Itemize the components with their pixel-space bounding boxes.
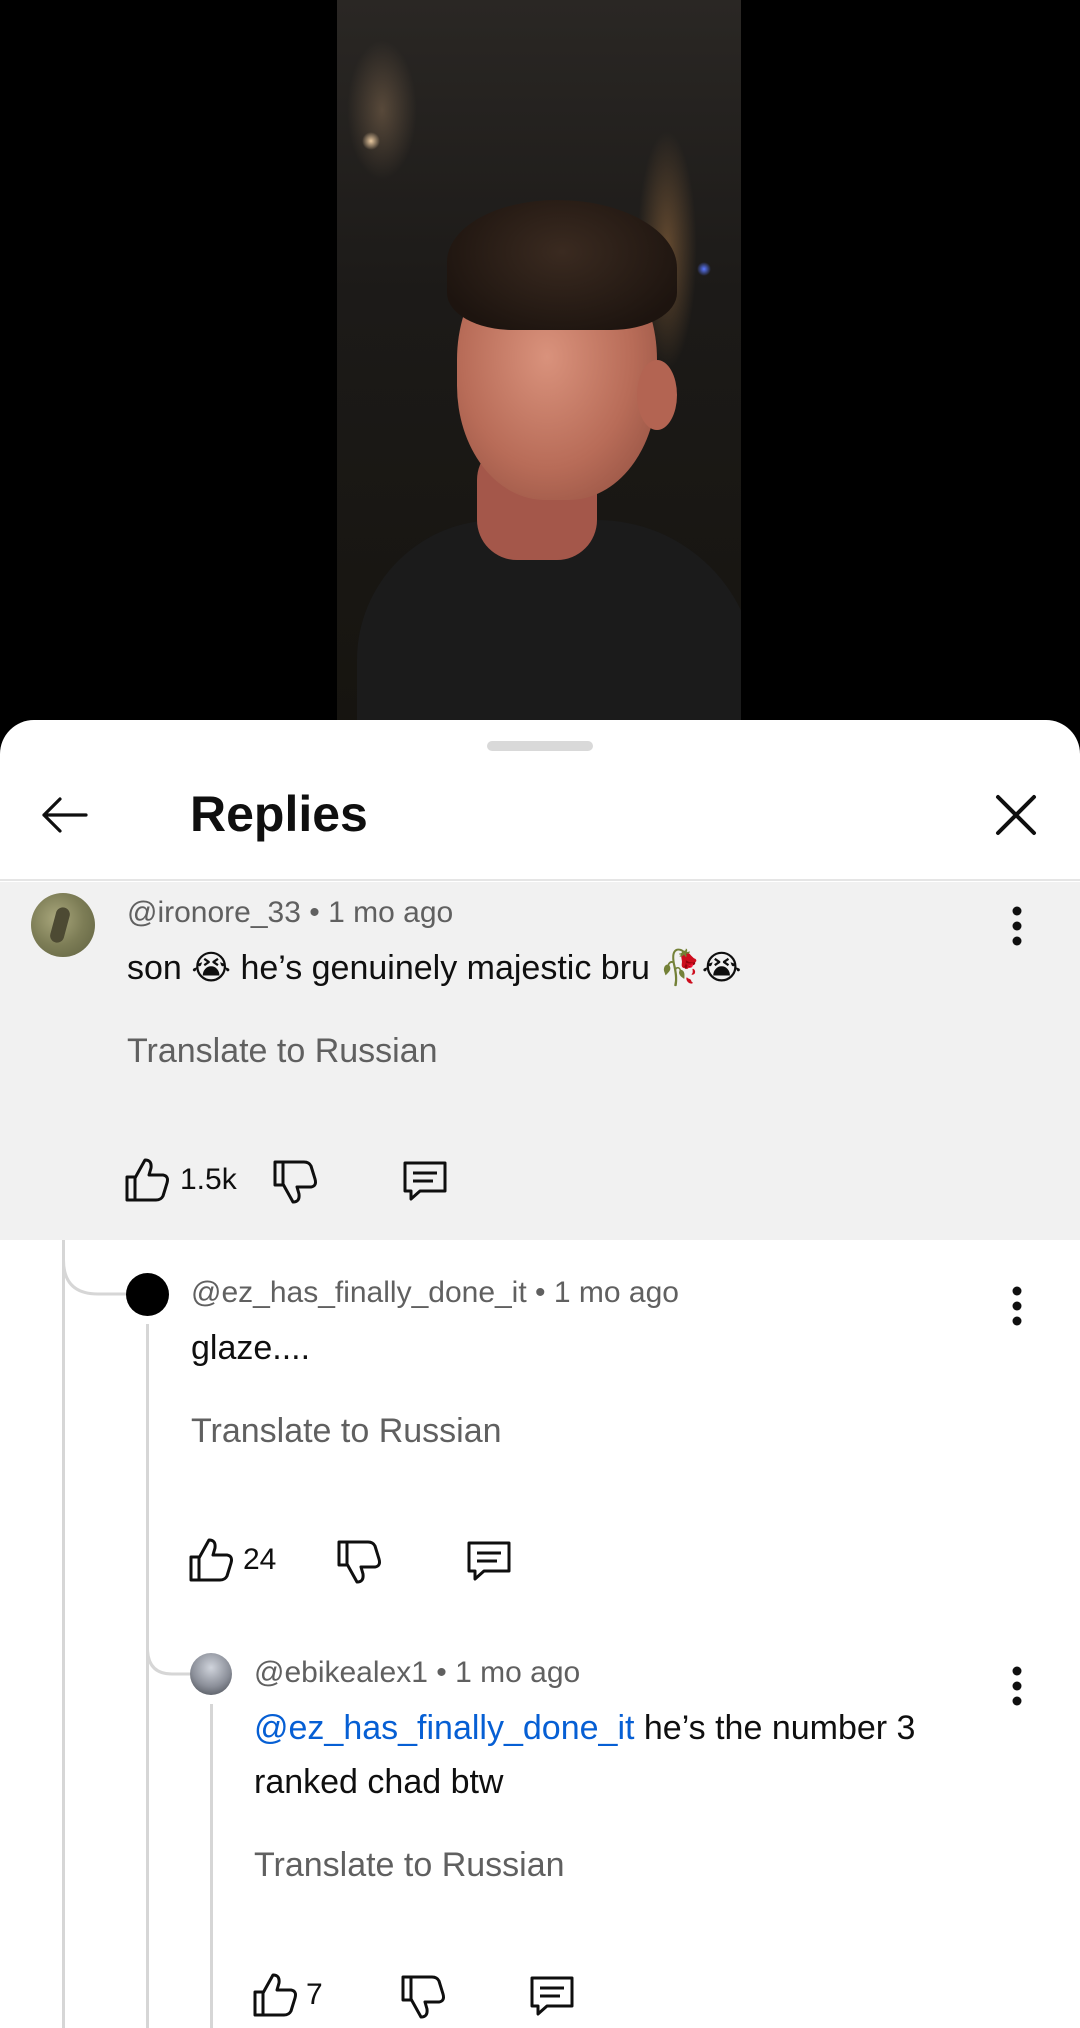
avatar[interactable] bbox=[31, 893, 95, 957]
background-light bbox=[697, 262, 711, 276]
meta-separator: • bbox=[535, 1276, 546, 1309]
more-vert-icon bbox=[1012, 1666, 1022, 1706]
meta-separator: • bbox=[309, 896, 320, 929]
translate-button[interactable]: Translate to Russian bbox=[127, 1032, 438, 1071]
more-vert-icon bbox=[1012, 906, 1022, 946]
reply-button[interactable] bbox=[464, 1537, 514, 1587]
thread-line bbox=[210, 1704, 213, 2028]
person-ear bbox=[637, 360, 677, 430]
person-hair bbox=[447, 200, 677, 330]
comment-text: glaze.... bbox=[191, 1329, 311, 1367]
back-arrow-icon bbox=[42, 797, 88, 833]
reply-icon bbox=[467, 1541, 511, 1581]
reply-icon bbox=[403, 1161, 447, 1201]
like-count: 7 bbox=[306, 1978, 323, 2011]
comment-author[interactable]: @ebikealex1 bbox=[254, 1656, 428, 1689]
translate-button[interactable]: Translate to Russian bbox=[191, 1412, 502, 1451]
dislike-button[interactable] bbox=[398, 1972, 448, 2022]
background-light bbox=[347, 40, 417, 180]
like-count: 1.5k bbox=[180, 1163, 237, 1196]
more-vert-icon bbox=[1012, 1286, 1022, 1326]
close-button[interactable] bbox=[990, 789, 1042, 841]
sheet-header: Replies bbox=[0, 720, 1080, 881]
comment-time: 1 mo ago bbox=[455, 1656, 581, 1689]
like-button[interactable] bbox=[122, 1155, 172, 1205]
more-options-button[interactable] bbox=[1002, 902, 1032, 950]
dislike-icon bbox=[337, 1540, 381, 1584]
like-button[interactable] bbox=[250, 1970, 300, 2020]
like-button[interactable] bbox=[186, 1535, 236, 1585]
comment-time: 1 mo ago bbox=[328, 896, 454, 929]
avatar[interactable] bbox=[190, 1653, 232, 1695]
comment-text: @ez_has_finally_done_it he’s the number … bbox=[254, 1701, 994, 1809]
dislike-button[interactable] bbox=[270, 1157, 320, 1207]
thread-connector bbox=[146, 1600, 190, 1676]
like-icon bbox=[125, 1158, 169, 1202]
dislike-button[interactable] bbox=[334, 1537, 384, 1587]
dislike-icon bbox=[273, 1160, 317, 1204]
comment-meta: @ironore_33 • 1 mo ago bbox=[127, 896, 453, 930]
comment-meta: @ebikealex1 • 1 mo ago bbox=[254, 1656, 580, 1690]
reply-icon bbox=[530, 1976, 574, 2016]
background-light bbox=[362, 132, 380, 150]
like-icon bbox=[253, 1973, 297, 2017]
comment-author[interactable]: @ez_has_finally_done_it bbox=[191, 1276, 527, 1309]
comment-text: son 😭 he’s genuinely majestic bru 🥀😭 bbox=[127, 949, 742, 987]
comment-meta: @ez_has_finally_done_it • 1 mo ago bbox=[191, 1276, 679, 1310]
avatar[interactable] bbox=[126, 1273, 169, 1316]
dislike-icon bbox=[401, 1975, 445, 2019]
comment-time: 1 mo ago bbox=[553, 1276, 679, 1309]
page-title: Replies bbox=[190, 786, 368, 842]
more-options-button[interactable] bbox=[1002, 1282, 1032, 1330]
back-button[interactable] bbox=[38, 788, 92, 842]
comment-author[interactable]: @ironore_33 bbox=[127, 896, 301, 929]
mention-link[interactable]: @ez_has_finally_done_it bbox=[254, 1709, 634, 1747]
replies-sheet: Replies @ironore_33 • 1 mo ago son 😭 he’… bbox=[0, 720, 1080, 2028]
close-icon bbox=[996, 795, 1036, 835]
reply-button[interactable] bbox=[400, 1157, 450, 1207]
like-icon bbox=[189, 1538, 233, 1582]
meta-separator: • bbox=[436, 1656, 447, 1689]
video-player[interactable] bbox=[0, 0, 1080, 740]
thread-line bbox=[146, 1324, 149, 2028]
video-frame bbox=[337, 0, 741, 740]
reply-button[interactable] bbox=[527, 1972, 577, 2022]
like-count: 24 bbox=[243, 1543, 277, 1576]
translate-button[interactable]: Translate to Russian bbox=[254, 1846, 565, 1885]
more-options-button[interactable] bbox=[1002, 1662, 1032, 1710]
